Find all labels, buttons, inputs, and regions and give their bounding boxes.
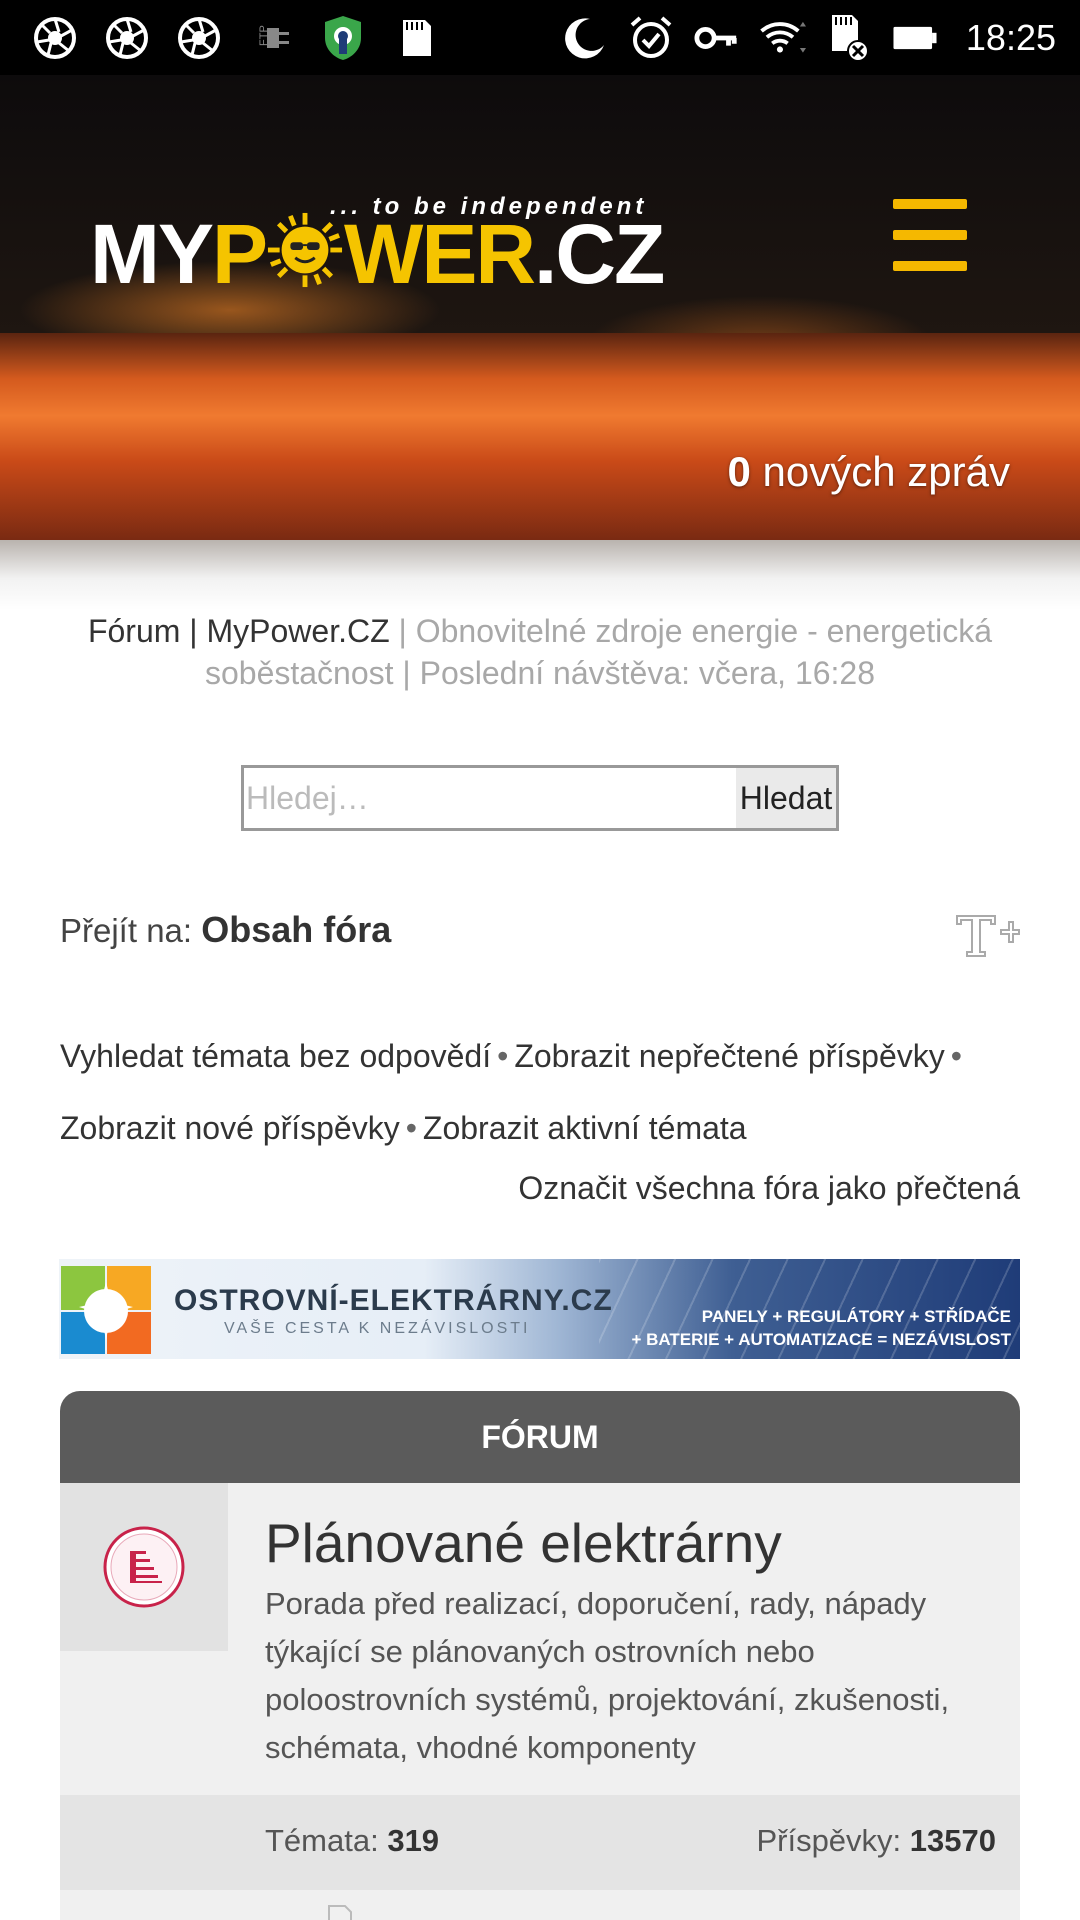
clock: 18:25 [965,16,1056,58]
breadcrumb-forum-link[interactable]: Fórum | MyPower.CZ [88,613,390,649]
banner-site-name: OSTROVNÍ-ELEKTRÁRNY.CZ [174,1284,613,1317]
banner-slogan: VAŠE CESTA K NEZÁVISLOSTI [224,1320,531,1337]
forum-posts-count: Příspěvky: 13570 [756,1823,996,1859]
topics-label: Témata: [265,1823,388,1858]
forum-title-link[interactable]: Plánované elektrárny [265,1511,782,1575]
vpn-shield-icon [320,15,366,61]
jump-to-label: Přejít na: [60,912,202,949]
jump-to: Přejít na: Obsah fóra [60,909,391,951]
search-button[interactable]: Hledat [736,768,836,828]
wifi-icon [760,15,806,61]
unanswered-topics-link[interactable]: Vyhledat témata bez odpovědí [60,1038,491,1074]
forum-icon-cell [60,1483,228,1651]
aperture-icon [104,15,150,61]
new-messages-link[interactable]: 0 nových zpráv [728,448,1010,496]
status-bar: FTP 18:25 [0,0,1080,75]
forum-row[interactable]: Plánované elektrárny Porada před realiza… [60,1483,1020,1795]
aperture-icon [176,15,222,61]
logo-text-my: MY [90,207,214,301]
battery-icon [892,15,938,61]
alarm-icon [628,15,674,61]
key-icon [694,15,740,61]
banner-logo-icon [61,1266,151,1354]
logo-text-cz: .CZ [534,207,665,301]
separator: • [950,1038,962,1074]
banner-line-2: + BATERIE + AUTOMATIZACE = NEZÁVISLOST [631,1330,1011,1349]
forum-stats: Témata: 319 Příspěvky: 13570 [60,1795,1020,1890]
posts-value: 13570 [909,1823,996,1858]
topics-value: 319 [387,1823,440,1858]
forum-list: FÓRUM Plánované elektrárny Porada před r… [60,1391,1020,1920]
aperture-icon [32,15,78,61]
header-sunset-image [0,333,1080,540]
separator: • [405,1110,417,1146]
site-logo[interactable]: MYP WER.CZ [90,206,665,303]
logo-text-p: P [212,207,268,301]
quick-links: Vyhledat témata bez odpovědí • Zobrazit ne… [60,1020,1030,1164]
sun-logo-icon [267,212,343,288]
moon-icon [562,15,608,61]
header-fade [0,540,1080,610]
new-messages-label: nových zpráv [750,448,1010,495]
ad-banner[interactable]: OSTROVNÍ-ELEKTRÁRNY.CZ VAŠE CESTA K NEZÁ… [59,1259,1020,1359]
forum-unread-icon [103,1526,185,1608]
unread-posts-link[interactable]: Zobrazit nepřečtené příspěvky [514,1038,944,1074]
banner-line-1: PANELY + REGULÁTORY + STŘÍDAČE [701,1307,1011,1326]
mark-all-read-link[interactable]: Označit všechna fóra jako přečtená [518,1170,1020,1207]
search-box: Hledat [241,765,839,831]
hamburger-icon[interactable] [893,195,967,275]
sd-card-error-icon [826,14,872,62]
jump-to-forum-index-link[interactable]: Obsah fóra [201,909,391,950]
new-messages-count: 0 [727,448,751,495]
active-topics-link[interactable]: Zobrazit aktivní témata [423,1110,747,1146]
separator: • [497,1038,509,1074]
forum-icon-partial [328,1905,352,1920]
logo-text-wer: WER [344,207,536,301]
forum-list-header: FÓRUM [60,1391,1020,1483]
search-input[interactable] [244,768,736,828]
new-posts-link[interactable]: Zobrazit nové příspěvky [60,1110,400,1146]
forum-description: Porada před realizací, doporučení, rady,… [265,1586,950,1765]
posts-label: Příspěvky: [756,1823,910,1858]
sd-card-icon [392,15,438,61]
breadcrumb: Fórum | MyPower.CZ | Obnovitelné zdroje … [60,610,1020,694]
font-size-icon[interactable] [955,910,1021,958]
ftp-icon: FTP [248,15,294,61]
forum-topics-count: Témata: 319 [265,1823,439,1859]
